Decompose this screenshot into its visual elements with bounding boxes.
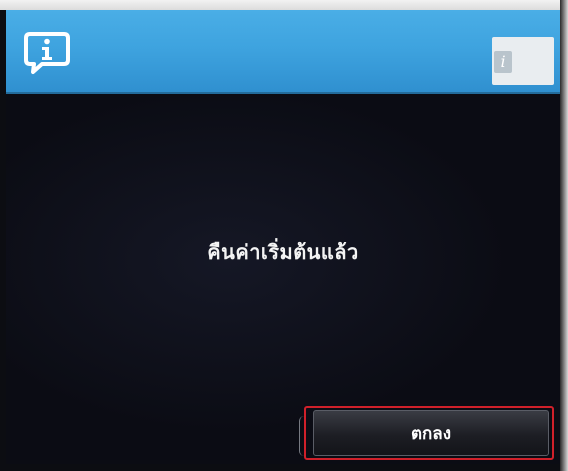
dialog-header: i [6,10,560,94]
dialog-message: คืนค่าเริ่มต้นแล้ว [207,240,359,264]
screen-bezel-right [560,0,568,471]
screen-bezel-top [0,0,568,10]
header-badge: i [492,37,554,85]
info-badge-icon: i [494,51,512,73]
info-speech-bubble-icon [24,32,70,74]
ok-button[interactable]: ตกลง [313,410,549,456]
device-screen: i คืนค่าเริ่มต้นแล้ว ตกลง [0,0,568,471]
